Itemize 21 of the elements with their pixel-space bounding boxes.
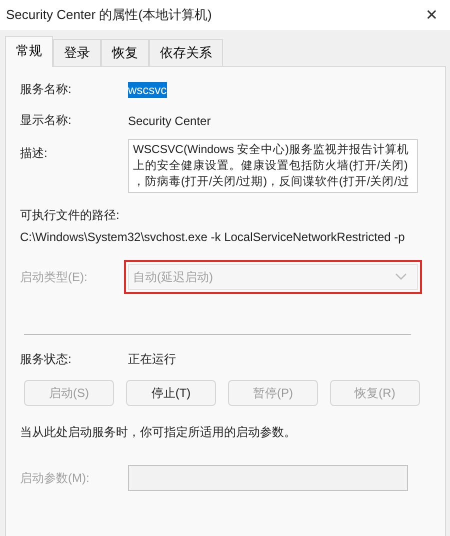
field-label: 描述: <box>20 145 48 162</box>
field-label: 可执行文件的路径: <box>20 207 120 224</box>
hint-text: 当从此处启动服务时，你可指定所适用的启动参数。 <box>20 424 297 441</box>
window-title: Security Center 的属性(本地计算机) <box>6 6 212 24</box>
field-label: 服务名称: <box>20 81 72 98</box>
field-label: 显示名称: <box>20 112 72 129</box>
description-box[interactable]: WSCSVC(Windows 安全中心)服务监视并报告计算机 上的安全健康设置。健康设置包括防火墙(打开/关闭) ，防病毒(打开/关闭/过期)，反间谍软件(打开/关闭/过 <box>128 139 418 193</box>
chevron-down-icon <box>395 273 407 281</box>
tab[interactable]: 登录 <box>53 39 101 66</box>
tab[interactable]: 依存关系 <box>149 39 223 66</box>
field-label: 服务状态: <box>20 351 72 368</box>
field-label: 启动参数(M): <box>20 470 90 486</box>
close-button[interactable]: ✕ <box>421 4 442 26</box>
executable-path: C:\Windows\System32\svchost.exe -k LocalServiceNetworkRestricted -p <box>20 230 406 244</box>
tab[interactable]: 常规 <box>5 36 53 67</box>
service-name-value: wscsvc <box>128 82 167 98</box>
service-status-value: 正在运行 <box>128 351 176 368</box>
tab[interactable]: 恢复 <box>101 39 149 66</box>
field-label: 启动类型(E): <box>20 268 88 286</box>
service-button[interactable]: 停止(T) <box>126 380 216 406</box>
display-name-value: Security Center <box>128 114 211 128</box>
